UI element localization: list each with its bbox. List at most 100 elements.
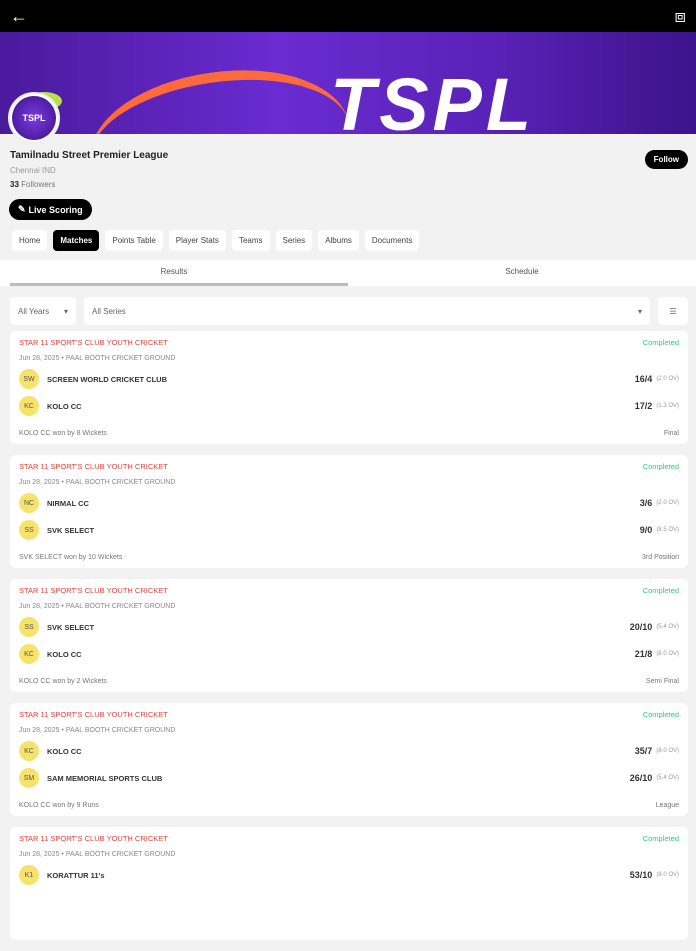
- league-banner: TSPL: [0, 32, 696, 134]
- series-name: STAR 11 SPORT'S CLUB YOUTH CRICKET: [19, 462, 168, 471]
- team-score: 17/2: [634, 401, 653, 411]
- filter-button[interactable]: ☰: [658, 297, 688, 325]
- match-card[interactable]: STAR 11 SPORT'S CLUB YOUTH CRICKET Compl…: [10, 455, 688, 568]
- team-avatar: SS: [19, 520, 39, 540]
- team-name: SAM MEMORIAL SPORTS CLUB: [47, 773, 163, 783]
- dropdown-icon: ▾: [63, 306, 68, 316]
- team-avatar: SW: [19, 369, 39, 389]
- team-score: 16/4: [634, 374, 653, 384]
- series-select[interactable]: All Series ▾: [84, 297, 650, 325]
- tab-documents[interactable]: Documents: [364, 230, 420, 251]
- team-score: 20/10: [629, 622, 653, 632]
- live-scoring-label: Live Scoring: [28, 204, 83, 215]
- tab-albums[interactable]: Albums: [318, 230, 359, 251]
- series-name: STAR 11 SPORT'S CLUB YOUTH CRICKET: [19, 586, 168, 595]
- followers-count: 33: [10, 180, 19, 189]
- team-name: SVK SELECT: [47, 525, 95, 535]
- match-footer: KOLO CC won by 9 Runs League: [19, 802, 679, 809]
- league-location: Chennai IND: [10, 166, 56, 175]
- team-name: KOLO CC: [47, 401, 82, 411]
- series-value: All Series: [92, 306, 126, 316]
- live-scoring-button[interactable]: ✎ Live Scoring: [9, 199, 92, 220]
- match-result: SVK SELECT won by 10 Wickets: [19, 554, 123, 561]
- match-meta: Jun 28, 2025 • PAAL BOOTH CRICKET GROUND: [19, 727, 176, 734]
- match-card[interactable]: STAR 11 SPORT'S CLUB YOUTH CRICKET Compl…: [10, 827, 688, 940]
- status-badge: Completed: [642, 834, 679, 843]
- match-list: STAR 11 SPORT'S CLUB YOUTH CRICKET Compl…: [10, 331, 688, 951]
- match-stage: 3rd Position: [642, 554, 679, 561]
- team-score: 9/0: [639, 525, 653, 535]
- tab-home[interactable]: Home: [12, 230, 48, 251]
- team-row: SW SCREEN WORLD CRICKET CLUB 16/4 (2.0 O…: [19, 369, 679, 389]
- match-footer: SVK SELECT won by 10 Wickets 3rd Position: [19, 554, 679, 561]
- league-name: Tamilnadu Street Premier League: [10, 150, 169, 161]
- team-score: 53/10: [629, 870, 653, 880]
- tab-results[interactable]: Results: [0, 260, 348, 286]
- match-meta: Jun 28, 2025 • PAAL BOOTH CRICKET GROUND: [19, 851, 176, 858]
- team-score: 3/6: [639, 498, 653, 508]
- share-icon[interactable]: ⧈: [675, 6, 686, 27]
- team-name: SCREEN WORLD CRICKET CLUB: [47, 374, 167, 384]
- series-name: STAR 11 SPORT'S CLUB YOUTH CRICKET: [19, 834, 168, 843]
- team-name: KORATTUR 11's: [47, 870, 105, 880]
- followers: 33 Followers: [10, 180, 686, 189]
- team-name: SVK SELECT: [47, 622, 95, 632]
- team-row: KC KOLO CC 17/2 (1.3 OV): [19, 396, 679, 416]
- top-bar: ← ⧈: [0, 0, 696, 32]
- team-overs: (2.0 OV): [656, 376, 679, 382]
- team-avatar: SS: [19, 617, 39, 637]
- team-score: 21/8: [634, 649, 653, 659]
- team-row: SS SVK SELECT 20/10 (5.4 OV): [19, 617, 679, 637]
- series-name: STAR 11 SPORT'S CLUB YOUTH CRICKET: [19, 338, 168, 347]
- team-score: 26/10: [629, 773, 653, 783]
- team-avatar: K1: [19, 865, 39, 885]
- team-overs: (5.4 OV): [656, 624, 679, 630]
- tab-teams[interactable]: Teams: [231, 230, 270, 251]
- team-avatar: NC: [19, 493, 39, 513]
- match-stage: Final: [663, 430, 679, 437]
- match-card[interactable]: STAR 11 SPORT'S CLUB YOUTH CRICKET Compl…: [10, 331, 688, 444]
- tab-matches[interactable]: Matches: [53, 230, 100, 251]
- tab-series[interactable]: Series: [275, 230, 313, 251]
- filters: All Years ▾ All Series ▾ ☰: [10, 297, 688, 325]
- team-overs: (2.0 OV): [656, 500, 679, 506]
- match-meta: Jun 28, 2025 • PAAL BOOTH CRICKET GROUND: [19, 479, 176, 486]
- status-badge: Completed: [642, 462, 679, 471]
- team-row: K1 KORATTUR 11's 53/10 (8.0 OV): [19, 865, 679, 885]
- years-select[interactable]: All Years ▾: [10, 297, 76, 325]
- league-info: Tamilnadu Street Premier League Chennai …: [0, 134, 696, 189]
- match-result: KOLO CC won by 9 Runs: [19, 802, 99, 809]
- status-badge: Completed: [642, 338, 679, 347]
- edit-icon: ✎: [18, 204, 26, 214]
- team-overs: (8.0 OV): [656, 651, 679, 657]
- followers-label: Followers: [21, 180, 56, 189]
- match-result: KOLO CC won by 2 Wickets: [19, 678, 107, 685]
- match-stage: League: [655, 802, 679, 809]
- match-meta: Jun 28, 2025 • PAAL BOOTH CRICKET GROUND: [19, 355, 176, 362]
- match-card[interactable]: STAR 11 SPORT'S CLUB YOUTH CRICKET Compl…: [10, 579, 688, 692]
- tab-points-table[interactable]: Points Table: [105, 230, 163, 251]
- match-footer: KOLO CC won by 8 Wickets Final: [19, 430, 679, 437]
- banner-text: TSPL: [330, 63, 536, 135]
- team-overs: (8.0 OV): [656, 872, 679, 878]
- nav-tabs: Home Matches Points Table Player Stats T…: [12, 230, 420, 251]
- team-overs: (8.0 OV): [656, 748, 679, 754]
- tab-schedule[interactable]: Schedule: [348, 260, 696, 286]
- status-badge: Completed: [642, 710, 679, 719]
- team-row: NC NIRMAL CC 3/6 (2.0 OV): [19, 493, 679, 513]
- team-overs: (5.4 OV): [656, 775, 679, 781]
- sub-tabs: Results Schedule: [0, 260, 696, 286]
- team-overs: (1.3 OV): [656, 403, 679, 409]
- filter-icon: ☰: [669, 306, 677, 316]
- status-badge: Completed: [642, 586, 679, 595]
- team-score: 35/7: [634, 746, 653, 756]
- tab-player-stats[interactable]: Player Stats: [168, 230, 226, 251]
- match-card[interactable]: STAR 11 SPORT'S CLUB YOUTH CRICKET Compl…: [10, 703, 688, 816]
- team-overs: (8.5 OV): [656, 527, 679, 533]
- back-arrow-icon[interactable]: ←: [10, 6, 28, 27]
- years-value: All Years: [18, 306, 50, 316]
- match-stage: Semi Final: [645, 678, 679, 685]
- team-avatar: KC: [19, 396, 39, 416]
- team-avatar: SM: [19, 768, 39, 788]
- team-avatar: KC: [19, 741, 39, 761]
